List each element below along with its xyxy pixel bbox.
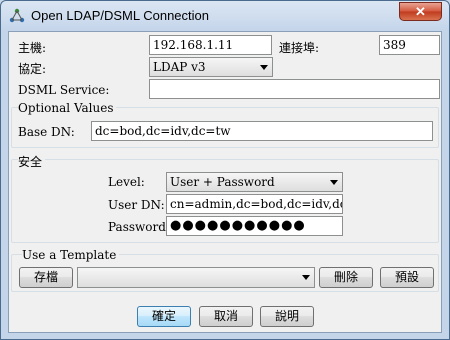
network-icon xyxy=(9,8,25,23)
base-dn-label: Base DN: xyxy=(18,125,75,139)
template-legend: Use a Template xyxy=(22,248,120,262)
security-legend: 安全 xyxy=(18,153,46,170)
default-template-button[interactable]: 預設 xyxy=(380,267,434,288)
level-label: Level: xyxy=(108,175,145,189)
port-field[interactable]: 389 xyxy=(379,35,440,55)
port-label: 連接埠: xyxy=(279,41,320,55)
chevron-down-icon xyxy=(330,180,338,185)
level-select[interactable]: User + Password xyxy=(166,172,343,192)
chevron-down-icon xyxy=(260,65,268,70)
cancel-button[interactable]: 取消 xyxy=(199,306,253,327)
base-dn-field[interactable]: dc=bod,dc=idv,dc=tw xyxy=(91,121,433,141)
dsml-field[interactable] xyxy=(149,79,440,99)
delete-template-button[interactable]: 刪除 xyxy=(319,267,373,288)
dialog-window: Open LDAP/DSML Connection ✕ 主機: 192.168.… xyxy=(0,0,450,340)
dsml-label: DSML Service: xyxy=(18,83,110,97)
user-dn-label: User DN: xyxy=(108,198,165,212)
chevron-down-icon xyxy=(302,275,310,280)
ok-button[interactable]: 確定 xyxy=(137,306,191,327)
host-field[interactable]: 192.168.1.11 xyxy=(149,35,272,55)
save-template-button[interactable]: 存檔 xyxy=(19,267,73,288)
template-select[interactable] xyxy=(77,267,315,288)
dialog-body: 主機: 192.168.1.11 連接埠: 389 協定: LDAP v3 DS… xyxy=(8,31,442,333)
protocol-value: LDAP v3 xyxy=(153,60,206,74)
close-button[interactable]: ✕ xyxy=(399,2,442,21)
close-icon: ✕ xyxy=(415,4,426,19)
optional-legend: Optional Values xyxy=(18,101,117,115)
level-value: User + Password xyxy=(170,175,275,189)
host-label: 主機: xyxy=(18,41,47,55)
user-dn-field[interactable]: cn=admin,dc=bod,dc=idv,dc=tw xyxy=(166,194,343,214)
password-field[interactable]: ●●●●●●●●●●● xyxy=(166,216,343,236)
window-title: Open LDAP/DSML Connection xyxy=(31,8,210,23)
help-button[interactable]: 說明 xyxy=(260,306,314,327)
protocol-label: 協定: xyxy=(18,62,47,76)
password-label: Password: xyxy=(108,220,170,234)
protocol-select[interactable]: LDAP v3 xyxy=(149,57,273,77)
title-bar[interactable]: Open LDAP/DSML Connection ✕ xyxy=(1,1,449,31)
